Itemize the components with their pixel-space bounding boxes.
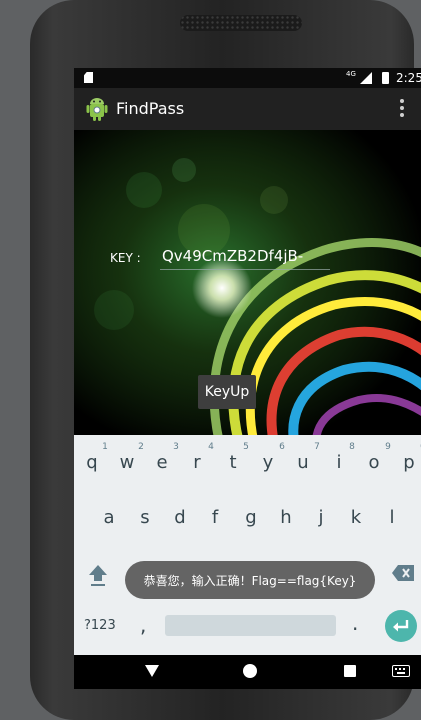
soft-keyboard: 1 2 3 4 5 6 7 8 9 0 q w e r t y u i o p …: [74, 435, 421, 655]
recents-square-icon[interactable]: [344, 665, 356, 677]
key-k[interactable]: k: [341, 507, 371, 528]
key-p[interactable]: p: [394, 452, 421, 473]
shift-icon[interactable]: [88, 563, 108, 587]
device-screen: 4G 2:25 FindPass KEY: Qv49CmZB2Df4jB- K…: [74, 68, 421, 689]
key-w[interactable]: w: [112, 452, 142, 473]
toast-message: 恭喜您，输入正确！Flag==flag{Key}: [125, 561, 375, 599]
key-j[interactable]: j: [306, 507, 336, 528]
action-bar: FindPass: [74, 88, 421, 130]
key-o[interactable]: o: [359, 452, 389, 473]
key-y[interactable]: y: [253, 452, 283, 473]
battery-icon: [382, 72, 389, 84]
backspace-icon[interactable]: [392, 565, 414, 581]
key-g[interactable]: g: [236, 507, 266, 528]
key-label: KEY :: [110, 251, 141, 265]
key-l[interactable]: l: [377, 507, 407, 528]
status-bar: 4G 2:25: [74, 68, 421, 88]
key-f[interactable]: f: [200, 507, 230, 528]
signal-icon: [360, 72, 372, 84]
key-input-underline: [160, 269, 330, 270]
network-type-label: 4G: [346, 70, 356, 78]
key-r[interactable]: r: [182, 452, 212, 473]
key-hint: 3: [173, 442, 179, 452]
app-title: FindPass: [116, 99, 185, 118]
key-d[interactable]: d: [165, 507, 195, 528]
navigation-bar: [74, 655, 421, 689]
key-a[interactable]: a: [94, 507, 124, 528]
period-key[interactable]: .: [352, 611, 358, 635]
symbols-key[interactable]: ?123: [84, 618, 116, 633]
space-key[interactable]: [165, 615, 336, 636]
key-hint: 7: [314, 442, 320, 452]
key-q[interactable]: q: [77, 452, 107, 473]
home-circle-icon[interactable]: [243, 664, 257, 678]
key-hint: 4: [208, 442, 214, 452]
key-hint: 9: [385, 442, 391, 452]
main-content: KEY : Qv49CmZB2Df4jB- KeyUp: [74, 130, 421, 440]
key-i[interactable]: i: [324, 452, 354, 473]
comma-key[interactable]: ,: [140, 613, 146, 637]
keyup-button[interactable]: KeyUp: [198, 375, 256, 409]
key-hint: 1: [102, 442, 108, 452]
key-hint: 2: [138, 442, 144, 452]
phone-frame: 4G 2:25 FindPass KEY: Qv49CmZB2Df4jB- K…: [30, 0, 421, 720]
back-triangle-icon[interactable]: [145, 665, 159, 677]
speaker-grille: [180, 15, 302, 31]
key-t[interactable]: t: [218, 452, 248, 473]
enter-key[interactable]: [385, 610, 417, 642]
key-u[interactable]: u: [288, 452, 318, 473]
clock: 2:25: [396, 71, 421, 85]
key-hint: 5: [243, 442, 249, 452]
key-s[interactable]: s: [130, 507, 160, 528]
sd-card-icon: [84, 72, 93, 83]
enter-icon: [393, 620, 409, 632]
more-vert-icon[interactable]: [399, 99, 405, 119]
keyboard-icon[interactable]: [392, 665, 410, 677]
key-h[interactable]: h: [271, 507, 301, 528]
key-hint: 8: [349, 442, 355, 452]
key-hint: 6: [279, 442, 285, 452]
key-input[interactable]: Qv49CmZB2Df4jB-: [162, 247, 303, 265]
key-e[interactable]: e: [147, 452, 177, 473]
android-icon: [86, 98, 108, 121]
